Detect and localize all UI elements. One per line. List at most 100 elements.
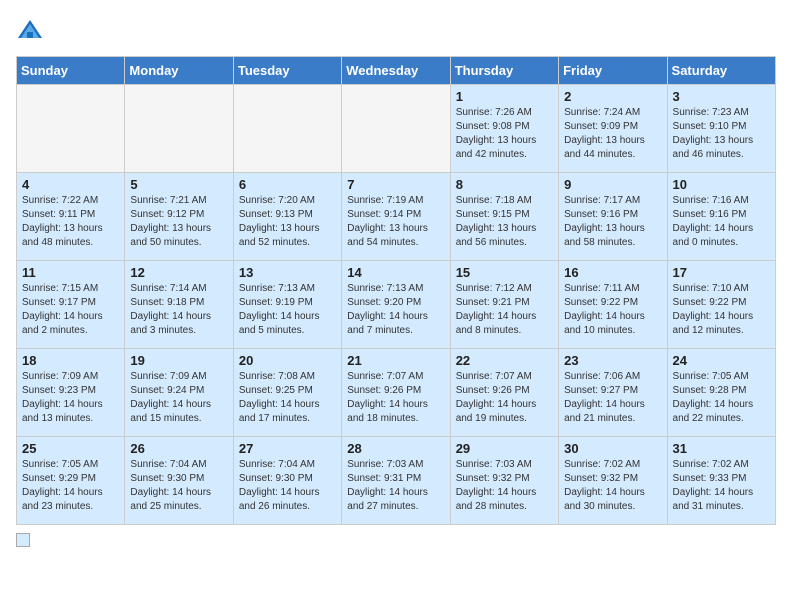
day-number: 3 (673, 89, 770, 104)
header-row: SundayMondayTuesdayWednesdayThursdayFrid… (17, 57, 776, 85)
day-info: Sunrise: 7:23 AMSunset: 9:10 PMDaylight:… (673, 106, 770, 162)
calendar-cell: 9 Sunrise: 7:17 AMSunset: 9:16 PMDaylight… (559, 173, 667, 261)
day-number: 23 (564, 353, 661, 368)
day-number: 8 (456, 177, 553, 192)
week-row-2: 4 Sunrise: 7:22 AMSunset: 9:11 PMDaylight… (17, 173, 776, 261)
day-info: Sunrise: 7:11 AMSunset: 9:22 PMDaylight:… (564, 282, 661, 338)
day-number: 17 (673, 265, 770, 280)
week-row-1: 1 Sunrise: 7:26 AMSunset: 9:08 PMDaylight… (17, 85, 776, 173)
day-number: 24 (673, 353, 770, 368)
calendar-cell: 5 Sunrise: 7:21 AMSunset: 9:12 PMDaylight… (125, 173, 233, 261)
week-row-4: 18Sunrise: 7:09 AMSunset: 9:23 PMDayligh… (17, 349, 776, 437)
day-number: 28 (347, 441, 444, 456)
day-number: 6 (239, 177, 336, 192)
day-info: Sunrise: 7:21 AMSunset: 9:12 PMDaylight:… (130, 194, 227, 250)
calendar-cell: 6 Sunrise: 7:20 AMSunset: 9:13 PMDaylight… (233, 173, 341, 261)
day-info: Sunrise: 7:16 AMSunset: 9:16 PMDaylight:… (673, 194, 770, 250)
calendar-cell (125, 85, 233, 173)
calendar-cell (17, 85, 125, 173)
day-info: Sunrise: 7:13 AMSunset: 9:19 PMDaylight:… (239, 282, 336, 338)
calendar-cell: 2Sunrise: 7:24 AMSunset: 9:09 PMDaylight… (559, 85, 667, 173)
day-number: 10 (673, 177, 770, 192)
day-info: Sunrise: 7:05 AMSunset: 9:29 PMDaylight:… (22, 458, 119, 514)
day-info: Sunrise: 7:24 AMSunset: 9:09 PMDaylight:… (564, 106, 661, 162)
day-info: Sunrise: 7:05 AMSunset: 9:28 PMDaylight:… (673, 370, 770, 426)
calendar-cell (233, 85, 341, 173)
day-info: Sunrise: 7:17 AMSunset: 9:16 PMDaylight:… (564, 194, 661, 250)
day-number: 7 (347, 177, 444, 192)
day-number: 22 (456, 353, 553, 368)
day-number: 14 (347, 265, 444, 280)
calendar-cell: 1 Sunrise: 7:26 AMSunset: 9:08 PMDaylight… (450, 85, 558, 173)
day-info: Sunrise: 7:02 AMSunset: 9:33 PMDaylight:… (673, 458, 770, 514)
day-info: Sunrise: 7:03 AMSunset: 9:31 PMDaylight:… (347, 458, 444, 514)
day-number: 31 (673, 441, 770, 456)
calendar-cell: 24 Sunrise: 7:05 AMSunset: 9:28 PMDayligh… (667, 349, 775, 437)
day-info: Sunrise: 7:07 AMSunset: 9:26 PMDaylight:… (456, 370, 553, 426)
calendar-cell: 17 Sunrise: 7:10 AMSunset: 9:22 PMDayligh… (667, 261, 775, 349)
day-number: 25 (22, 441, 119, 456)
header-saturday: Saturday (667, 57, 775, 85)
header-monday: Monday (125, 57, 233, 85)
day-info: Sunrise: 7:22 AMSunset: 9:11 PMDaylight:… (22, 194, 119, 250)
calendar-cell: 8 Sunrise: 7:18 AMSunset: 9:15 PMDaylight… (450, 173, 558, 261)
day-info: Sunrise: 7:10 AMSunset: 9:22 PMDaylight:… (673, 282, 770, 338)
calendar-cell: 27 Sunrise: 7:04 AMSunset: 9:30 PMDayligh… (233, 437, 341, 525)
day-info: Sunrise: 7:13 AMSunset: 9:20 PMDaylight:… (347, 282, 444, 338)
header-tuesday: Tuesday (233, 57, 341, 85)
calendar-cell: 28 Sunrise: 7:03 AMSunset: 9:31 PMDayligh… (342, 437, 450, 525)
day-number: 5 (130, 177, 227, 192)
calendar-cell: 11Sunrise: 7:15 AMSunset: 9:17 PMDayligh… (17, 261, 125, 349)
calendar-cell (342, 85, 450, 173)
day-info: Sunrise: 7:20 AMSunset: 9:13 PMDaylight:… (239, 194, 336, 250)
day-number: 1 (456, 89, 553, 104)
day-number: 21 (347, 353, 444, 368)
week-row-3: 11Sunrise: 7:15 AMSunset: 9:17 PMDayligh… (17, 261, 776, 349)
day-number: 12 (130, 265, 227, 280)
page-header (16, 16, 776, 44)
day-number: 20 (239, 353, 336, 368)
calendar-cell: 13 Sunrise: 7:13 AMSunset: 9:19 PMDayligh… (233, 261, 341, 349)
day-info: Sunrise: 7:09 AMSunset: 9:23 PMDaylight:… (22, 370, 119, 426)
calendar-cell: 30Sunrise: 7:02 AMSunset: 9:32 PMDayligh… (559, 437, 667, 525)
footer (16, 533, 776, 547)
calendar-cell: 10 Sunrise: 7:16 AMSunset: 9:16 PMDayligh… (667, 173, 775, 261)
calendar-cell: 14 Sunrise: 7:13 AMSunset: 9:20 PMDayligh… (342, 261, 450, 349)
day-number: 9 (564, 177, 661, 192)
calendar-table: SundayMondayTuesdayWednesdayThursdayFrid… (16, 56, 776, 525)
day-info: Sunrise: 7:02 AMSunset: 9:32 PMDaylight:… (564, 458, 661, 514)
calendar-cell: 18Sunrise: 7:09 AMSunset: 9:23 PMDayligh… (17, 349, 125, 437)
day-info: Sunrise: 7:18 AMSunset: 9:15 PMDaylight:… (456, 194, 553, 250)
week-row-5: 25 Sunrise: 7:05 AMSunset: 9:29 PMDayligh… (17, 437, 776, 525)
day-info: Sunrise: 7:09 AMSunset: 9:24 PMDaylight:… (130, 370, 227, 426)
day-info: Sunrise: 7:19 AMSunset: 9:14 PMDaylight:… (347, 194, 444, 250)
header-thursday: Thursday (450, 57, 558, 85)
calendar-cell: 15Sunrise: 7:12 AMSunset: 9:21 PMDayligh… (450, 261, 558, 349)
day-info: Sunrise: 7:07 AMSunset: 9:26 PMDaylight:… (347, 370, 444, 426)
calendar-cell: 20 Sunrise: 7:08 AMSunset: 9:25 PMDayligh… (233, 349, 341, 437)
calendar-cell: 7 Sunrise: 7:19 AMSunset: 9:14 PMDaylight… (342, 173, 450, 261)
day-info: Sunrise: 7:26 AMSunset: 9:08 PMDaylight:… (456, 106, 553, 162)
header-sunday: Sunday (17, 57, 125, 85)
day-info: Sunrise: 7:12 AMSunset: 9:21 PMDaylight:… (456, 282, 553, 338)
day-number: 4 (22, 177, 119, 192)
day-number: 13 (239, 265, 336, 280)
logo (16, 16, 48, 44)
calendar-cell: 22 Sunrise: 7:07 AMSunset: 9:26 PMDayligh… (450, 349, 558, 437)
day-number: 27 (239, 441, 336, 456)
calendar-cell: 12 Sunrise: 7:14 AMSunset: 9:18 PMDayligh… (125, 261, 233, 349)
day-number: 11 (22, 265, 119, 280)
day-info: Sunrise: 7:08 AMSunset: 9:25 PMDaylight:… (239, 370, 336, 426)
calendar-cell: 4 Sunrise: 7:22 AMSunset: 9:11 PMDaylight… (17, 173, 125, 261)
calendar-cell: 23Sunrise: 7:06 AMSunset: 9:27 PMDayligh… (559, 349, 667, 437)
day-info: Sunrise: 7:04 AMSunset: 9:30 PMDaylight:… (130, 458, 227, 514)
day-info: Sunrise: 7:14 AMSunset: 9:18 PMDaylight:… (130, 282, 227, 338)
calendar-cell: 26Sunrise: 7:04 AMSunset: 9:30 PMDayligh… (125, 437, 233, 525)
calendar-cell: 19Sunrise: 7:09 AMSunset: 9:24 PMDayligh… (125, 349, 233, 437)
header-wednesday: Wednesday (342, 57, 450, 85)
calendar-cell: 29Sunrise: 7:03 AMSunset: 9:32 PMDayligh… (450, 437, 558, 525)
calendar-cell: 31 Sunrise: 7:02 AMSunset: 9:33 PMDayligh… (667, 437, 775, 525)
calendar-cell: 3 Sunrise: 7:23 AMSunset: 9:10 PMDaylight… (667, 85, 775, 173)
day-number: 16 (564, 265, 661, 280)
day-info: Sunrise: 7:04 AMSunset: 9:30 PMDaylight:… (239, 458, 336, 514)
